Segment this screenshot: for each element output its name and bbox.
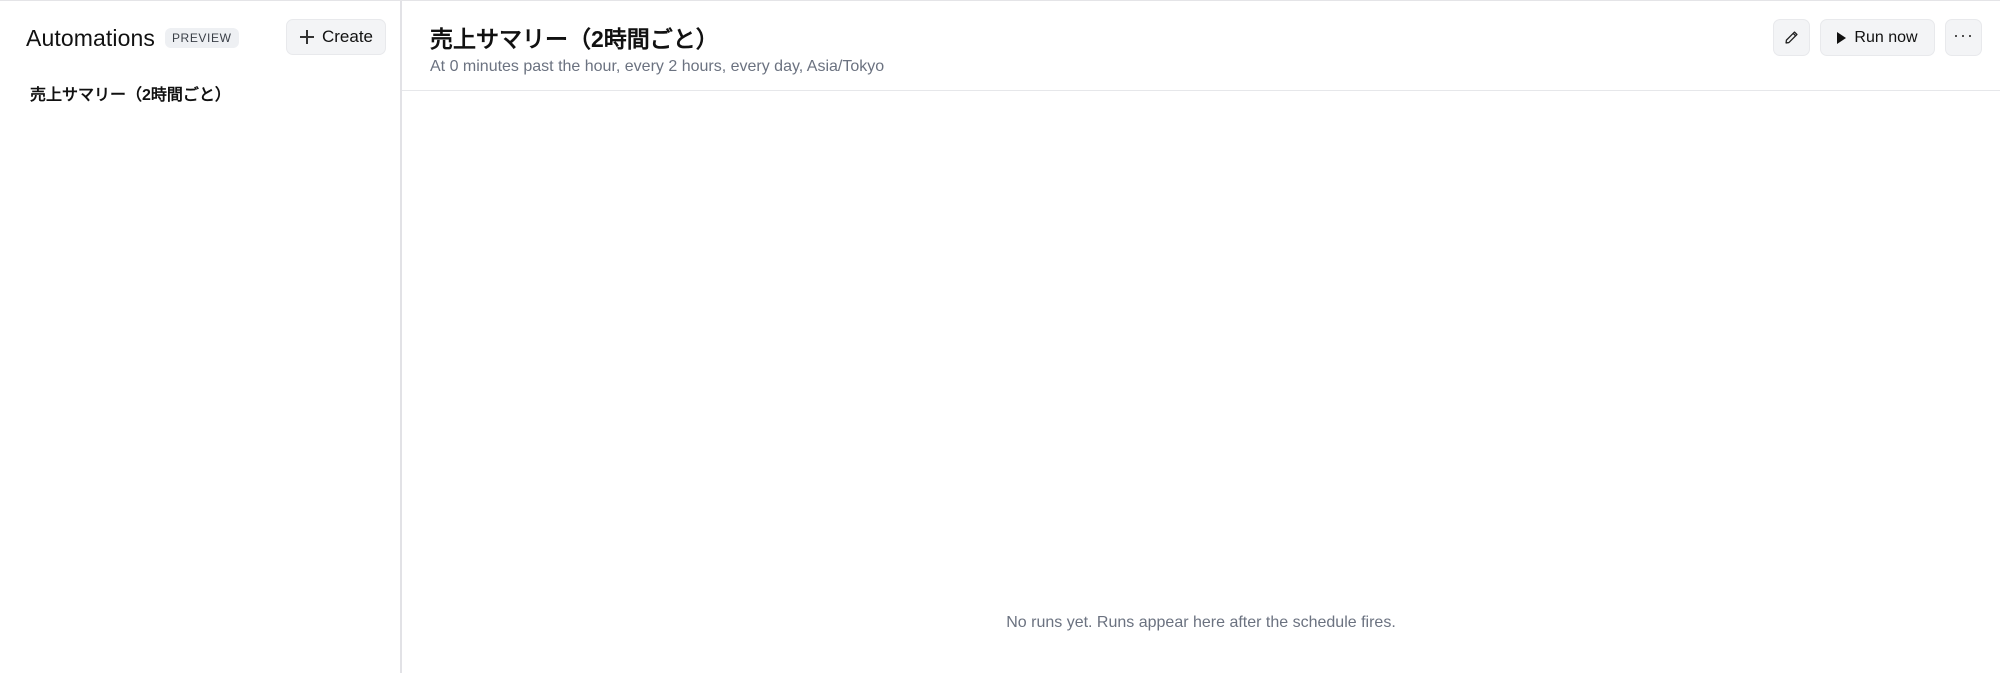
sidebar-header: Automations PREVIEW Create [26,19,386,57]
create-button[interactable]: Create [286,19,386,55]
run-now-label: Run now [1854,28,1918,46]
sidebar: Automations PREVIEW Create 売上サマリー（2時間ごと） [0,1,402,673]
play-icon [1837,31,1847,44]
main-header: 売上サマリー（2時間ごと） At 0 minutes past the hour… [402,1,2000,91]
more-icon: ··· [1953,24,1974,45]
preview-badge: PREVIEW [164,28,239,48]
schedule-description: At 0 minutes past the hour, every 2 hour… [430,58,885,75]
more-options-button[interactable]: ··· [1945,19,1982,56]
toolbar: Run now ··· [1773,19,1982,56]
create-button-label: Create [321,27,374,46]
empty-state-message: No runs yet. Runs appear here after the … [1006,614,1396,631]
pencil-icon [1785,31,1798,44]
plus-icon [299,29,315,45]
app-title: Automations [26,24,155,51]
automation-list: 売上サマリー（2時間ごと） [30,83,386,109]
automation-list-item[interactable]: 売上サマリー（2時間ごと） [30,83,386,109]
app-window: Automations PREVIEW Create 売上サマリー（2時間ごと）… [0,0,2000,673]
edit-button[interactable] [1773,19,1810,56]
page-title: 売上サマリー（2時間ごと） [430,26,719,52]
main-panel: 売上サマリー（2時間ごと） At 0 minutes past the hour… [402,1,2000,673]
run-now-button[interactable]: Run now [1820,19,1935,56]
